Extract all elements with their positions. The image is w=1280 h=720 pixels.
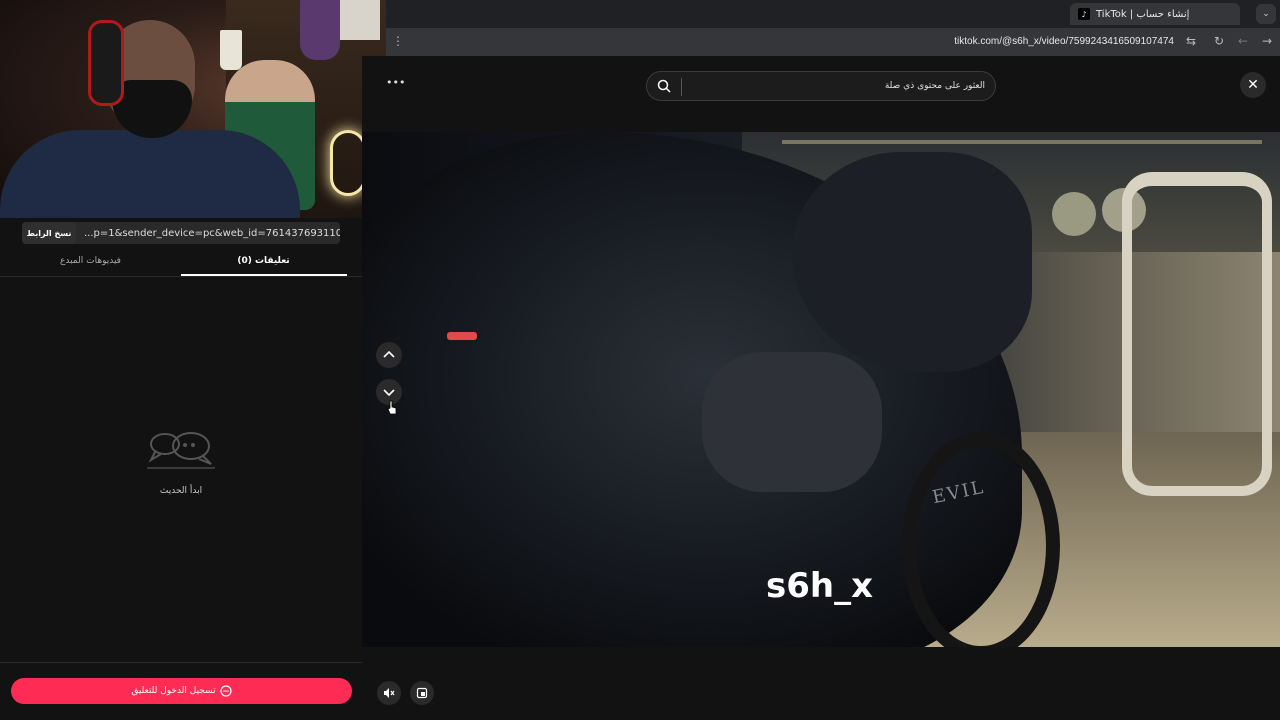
tiktok-icon: ♪ xyxy=(1078,8,1090,20)
webcam-person-body xyxy=(0,130,300,218)
search-input[interactable]: العثور على محتوى ذي صلة xyxy=(646,71,996,101)
tab-list-button[interactable]: ⌄ xyxy=(1256,4,1276,24)
webcam-decor xyxy=(300,0,340,60)
login-to-comment-label: تسجيل الدخول للتعليق xyxy=(131,686,216,696)
webcam-overlay xyxy=(0,0,386,218)
reload-icon[interactable]: ↻ xyxy=(1214,34,1224,48)
comments-panel: نسخ الرابط ...p=1&sender_device=pc&web_i… xyxy=(0,218,362,720)
search-icon[interactable] xyxy=(657,79,671,93)
video-light xyxy=(782,140,1262,144)
empty-comments-text: ابدأ الحديث xyxy=(159,486,203,496)
picture-in-picture-icon xyxy=(416,687,428,699)
close-icon[interactable]: ✕ xyxy=(1240,72,1266,98)
chevron-down-icon xyxy=(383,389,395,397)
url-text: tiktok.com/@s6h_x/video/7599243416509107… xyxy=(954,36,1174,47)
back-icon[interactable]: → xyxy=(1262,34,1272,48)
more-icon[interactable]: ••• xyxy=(386,76,405,89)
video-helmet xyxy=(1052,192,1096,236)
chat-bubbles-icon xyxy=(147,432,215,469)
comment-icon xyxy=(220,685,232,697)
browser-tab[interactable]: إنشاء حساب | TikTok ♪ xyxy=(1070,3,1240,25)
tab-title: إنشاء حساب | TikTok xyxy=(1096,8,1190,20)
mute-icon xyxy=(384,688,395,698)
picture-in-picture-button[interactable] xyxy=(410,681,434,705)
login-to-comment-button[interactable]: تسجيل الدخول للتعليق xyxy=(11,678,352,704)
video-player[interactable]: EVIL s6h_x xyxy=(362,132,1280,647)
hand-cursor-icon xyxy=(387,400,397,415)
tab-creator-videos[interactable]: فيديوهات المبدع xyxy=(0,256,181,266)
tab-comments[interactable]: (0) تعليقات xyxy=(181,256,346,266)
bottom-divider xyxy=(0,662,362,663)
forward-icon[interactable]: ← xyxy=(1238,34,1248,48)
previous-video-button[interactable] xyxy=(376,342,402,368)
chevron-up-icon xyxy=(383,350,395,358)
webcam-cup xyxy=(220,30,242,70)
video-chair xyxy=(1122,172,1272,496)
video-bottom-bar xyxy=(362,647,1280,720)
search-separator xyxy=(681,78,682,96)
share-link-text[interactable]: ...p=1&sender_device=pc&web_id=761437693… xyxy=(76,228,340,239)
tabs-divider xyxy=(0,276,362,277)
webcam-headset xyxy=(88,20,124,106)
site-settings-icon[interactable]: ⇆ xyxy=(1186,34,1196,48)
browser-tab-bar: + ✕ إنشاء حساب | TikTok ♪ ⌄ xyxy=(386,0,1280,28)
menu-icon[interactable]: ⋮ xyxy=(392,34,404,48)
video-taillight xyxy=(447,332,477,340)
video-wheel xyxy=(902,432,1060,647)
video-tank xyxy=(702,352,882,492)
panel-tabs: فيديوهات المبدع (0) تعليقات xyxy=(0,252,362,276)
mute-button[interactable] xyxy=(377,681,401,705)
address-bar[interactable]: ⋮ tiktok.com/@s6h_x/video/75992434165091… xyxy=(386,28,1280,56)
share-link-row: نسخ الرابط ...p=1&sender_device=pc&web_i… xyxy=(22,222,340,244)
video-watermark: s6h_x xyxy=(766,566,874,606)
search-placeholder: العثور على محتوى ذي صلة xyxy=(884,81,985,91)
copy-link-button[interactable]: نسخ الرابط xyxy=(22,222,76,244)
webcam-sign xyxy=(340,0,380,40)
webcam-lamp xyxy=(330,130,366,196)
